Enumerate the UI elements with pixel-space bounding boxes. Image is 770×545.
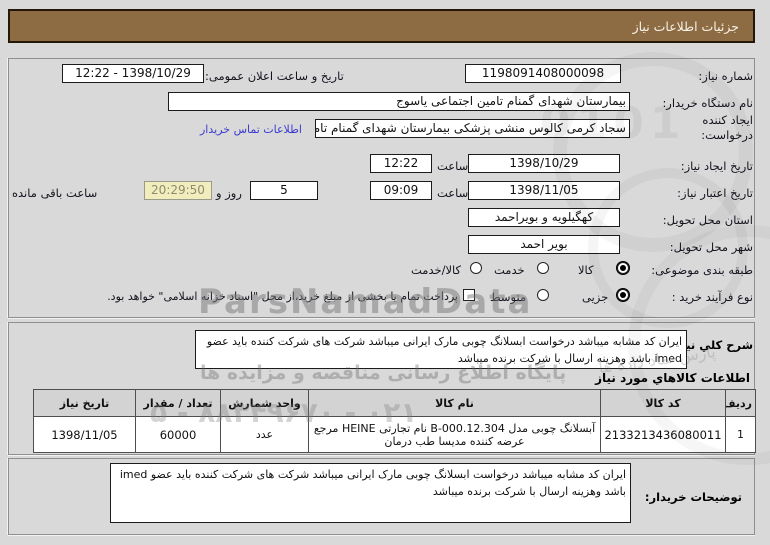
created-time-input[interactable]: 12:22 xyxy=(370,154,432,173)
days-remaining-input[interactable]: 5 xyxy=(250,181,318,200)
items-table-row: 1 2133213436080011 آبسلانگ چوبی مدل B-00… xyxy=(33,416,756,453)
time-remaining-input[interactable]: 20:29:50 xyxy=(144,181,212,200)
col-item-code: کد کالا xyxy=(600,389,726,417)
creator-label-line2: درخواست: xyxy=(701,128,753,142)
announce-datetime-label: تاریخ و ساعت اعلان عمومی: xyxy=(205,69,344,83)
items-table-header-row: ردیف کد کالا نام کالا واحد شمارش تعداد /… xyxy=(33,389,756,417)
time-remaining-label: ساعت باقی مانده xyxy=(12,186,98,200)
radio-medium-label: متوسط xyxy=(490,290,527,304)
days-remaining-label: روز و xyxy=(216,186,242,200)
radio-service-label: خدمت xyxy=(494,263,525,277)
cell-need-date: 1398/11/05 xyxy=(33,416,136,453)
radio-goods-service[interactable] xyxy=(470,262,482,274)
treasury-checkbox[interactable] xyxy=(463,289,475,301)
treasury-checkbox-label: پرداخت تمام یا بخشی از مبلغ خرید،از محل … xyxy=(107,290,458,303)
announce-datetime-input[interactable]: 12:22 - 1398/10/29 xyxy=(62,64,204,83)
creator-input[interactable]: سجاد کرمی کالوس منشی پزشکی بیمارستان شهد… xyxy=(315,119,630,138)
buyer-notes-label: توضیحات خریدار: xyxy=(644,490,742,504)
radio-service[interactable] xyxy=(537,262,549,274)
creator-label-line1: ایجاد کننده xyxy=(702,113,753,127)
items-table: ردیف کد کالا نام کالا واحد شمارش تعداد /… xyxy=(33,389,756,453)
radio-goods-service-label: کالا/خدمت xyxy=(411,263,462,277)
validity-date-label: تاریخ اعتبار نیاز: xyxy=(677,186,753,200)
province-input[interactable]: کهگیلویه و بویراحمد xyxy=(468,208,620,227)
need-details-page: جزئیات اطلاعات نیاز شماره نیاز: نام دستگ… xyxy=(0,0,770,545)
col-row-number: ردیف xyxy=(725,389,756,417)
col-item-name: نام کالا xyxy=(308,389,601,417)
need-number-label: شماره نیاز: xyxy=(698,69,753,83)
need-description-textarea[interactable]: ایران کد مشابه میباشد درخواست ابسلانگ چو… xyxy=(195,330,687,369)
col-need-date: تاریخ نیاز xyxy=(33,389,136,417)
page-title: جزئیات اطلاعات نیاز xyxy=(632,18,739,34)
col-count-unit: واحد شمارش xyxy=(220,389,309,417)
validity-time-input[interactable]: 09:09 xyxy=(370,181,432,200)
classification-label: طبقه بندی موضوعی: xyxy=(651,263,753,277)
buyer-org-input[interactable]: بیمارستان شهدای گمنام تامین اجتماعی یاسو… xyxy=(168,92,630,111)
radio-partial-label: جزیی xyxy=(582,290,609,304)
items-section-title: اطلاعات کالاهاي مورد نیاز xyxy=(595,371,750,385)
need-number-input[interactable]: 1198091408000098 xyxy=(465,64,621,83)
validity-time-label: ساعت xyxy=(437,186,469,200)
cell-count-unit: عدد xyxy=(220,416,309,453)
radio-goods-label: کالا xyxy=(578,263,594,277)
created-date-input[interactable]: 1398/10/29 xyxy=(468,154,620,173)
validity-date-input[interactable]: 1398/11/05 xyxy=(468,181,620,200)
buyer-contact-link[interactable]: اطلاعات تماس خریدار xyxy=(200,123,302,136)
cell-row-number: 1 xyxy=(725,416,756,453)
col-quantity: تعداد / مقدار xyxy=(135,389,221,417)
created-date-label: تاریخ ایجاد نیاز: xyxy=(680,159,753,173)
cell-item-name: آبسلانگ چوبی مدل B-000.12.304 نام تجارتی… xyxy=(308,416,601,453)
city-input[interactable]: بویر احمد xyxy=(468,235,620,254)
page-title-bar: جزئیات اطلاعات نیاز xyxy=(8,9,755,43)
cell-quantity: 60000 xyxy=(135,416,221,453)
radio-goods[interactable] xyxy=(617,262,629,274)
radio-medium[interactable] xyxy=(537,289,549,301)
purchase-type-label: نوع فرآیند خرید : xyxy=(671,290,753,304)
buyer-notes-textarea[interactable]: ایران کد مشابه میباشد درخواست ابسلانگ چو… xyxy=(110,463,631,523)
radio-partial[interactable] xyxy=(617,289,629,301)
buyer-org-label: نام دستگاه خریدار: xyxy=(662,96,753,110)
province-label: استان محل تحویل: xyxy=(662,213,753,227)
created-time-label: ساعت xyxy=(437,159,469,173)
city-label: شهر محل تحویل: xyxy=(669,240,753,254)
cell-item-code: 2133213436080011 xyxy=(600,416,726,453)
